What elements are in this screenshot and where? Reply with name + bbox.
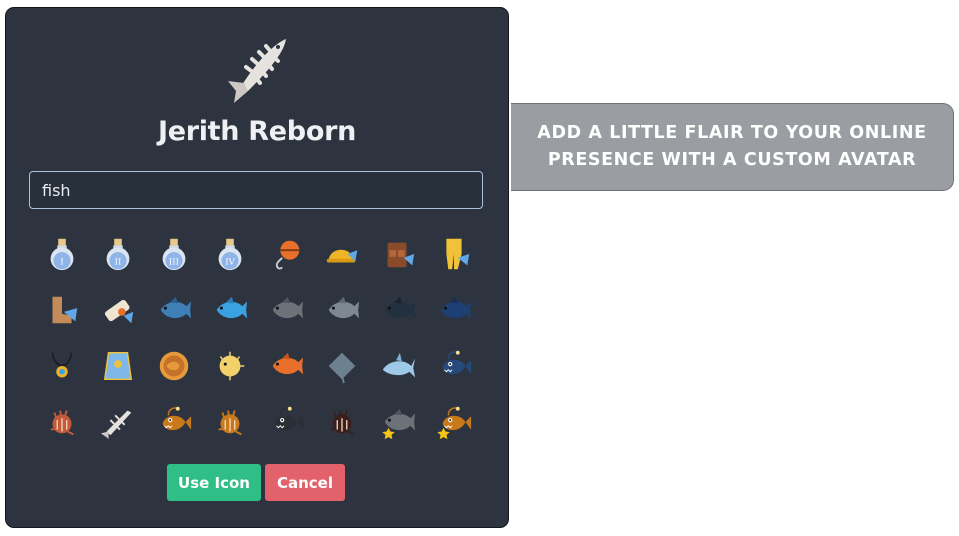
grey-fish-icon[interactable] [314, 282, 370, 338]
black-anglerfish-icon[interactable] [258, 394, 314, 450]
fish-bones-icon[interactable] [90, 394, 146, 450]
dark-lionfish-icon[interactable] [314, 394, 370, 450]
dark-fish-icon[interactable] [370, 282, 426, 338]
fish-coin-icon[interactable] [146, 338, 202, 394]
potion-2-icon[interactable]: II [90, 226, 146, 282]
fishing-hat-icon[interactable] [314, 226, 370, 282]
fishing-bobber-icon[interactable] [258, 226, 314, 282]
dark-fish-icon-2[interactable] [426, 282, 482, 338]
potion-1-icon[interactable]: I [34, 226, 90, 282]
fishing-vest-icon[interactable] [370, 226, 426, 282]
use-icon-button[interactable]: Use Icon [167, 464, 261, 501]
svg-text:III: III [169, 257, 179, 267]
swordfish-icon[interactable] [146, 282, 202, 338]
callout-line-2: PRESENCE WITH A CUSTOM AVATAR [547, 150, 917, 170]
fishing-boots-icon[interactable] [34, 282, 90, 338]
avatar-picker-dialog: Jerith Reborn IIIIIIIV Use Icon Cancel [5, 7, 509, 528]
fishing-waders-icon[interactable] [426, 226, 482, 282]
koi-fish-icon[interactable] [258, 338, 314, 394]
callout-line-1: ADD A LITTLE FLAIR TO YOUR ONLINE [537, 123, 927, 143]
orange-anglerfish-icon[interactable] [146, 394, 202, 450]
fish-bones-icon [228, 39, 286, 103]
fish-cape-icon[interactable] [90, 338, 146, 394]
lionfish-icon[interactable] [34, 394, 90, 450]
swordfish-star-icon[interactable] [370, 394, 426, 450]
grey-swordfish-icon[interactable] [258, 282, 314, 338]
page-title: Jerith Reborn [157, 116, 357, 147]
svg-text:I: I [60, 257, 63, 267]
icon-grid: I II III IV [34, 226, 482, 450]
anglerfish-icon[interactable] [426, 338, 482, 394]
tuna-icon[interactable] [202, 282, 258, 338]
stingray-icon[interactable] [314, 338, 370, 394]
fish-amulet-icon[interactable] [34, 338, 90, 394]
icon-search-input[interactable] [29, 171, 483, 209]
fishing-scroll-icon[interactable] [90, 282, 146, 338]
promo-callout: ADD A LITTLE FLAIR TO YOUR ONLINE PRESEN… [511, 103, 954, 191]
potion-3-icon[interactable]: III [146, 226, 202, 282]
cancel-button[interactable]: Cancel [265, 464, 345, 501]
potion-4-icon[interactable]: IV [202, 226, 258, 282]
anglerfish-star-icon[interactable] [426, 394, 482, 450]
svg-text:II: II [115, 257, 122, 267]
shark-icon[interactable] [370, 338, 426, 394]
pufferfish-icon[interactable] [202, 338, 258, 394]
svg-text:IV: IV [225, 257, 235, 267]
orange-lionfish-icon[interactable] [202, 394, 258, 450]
